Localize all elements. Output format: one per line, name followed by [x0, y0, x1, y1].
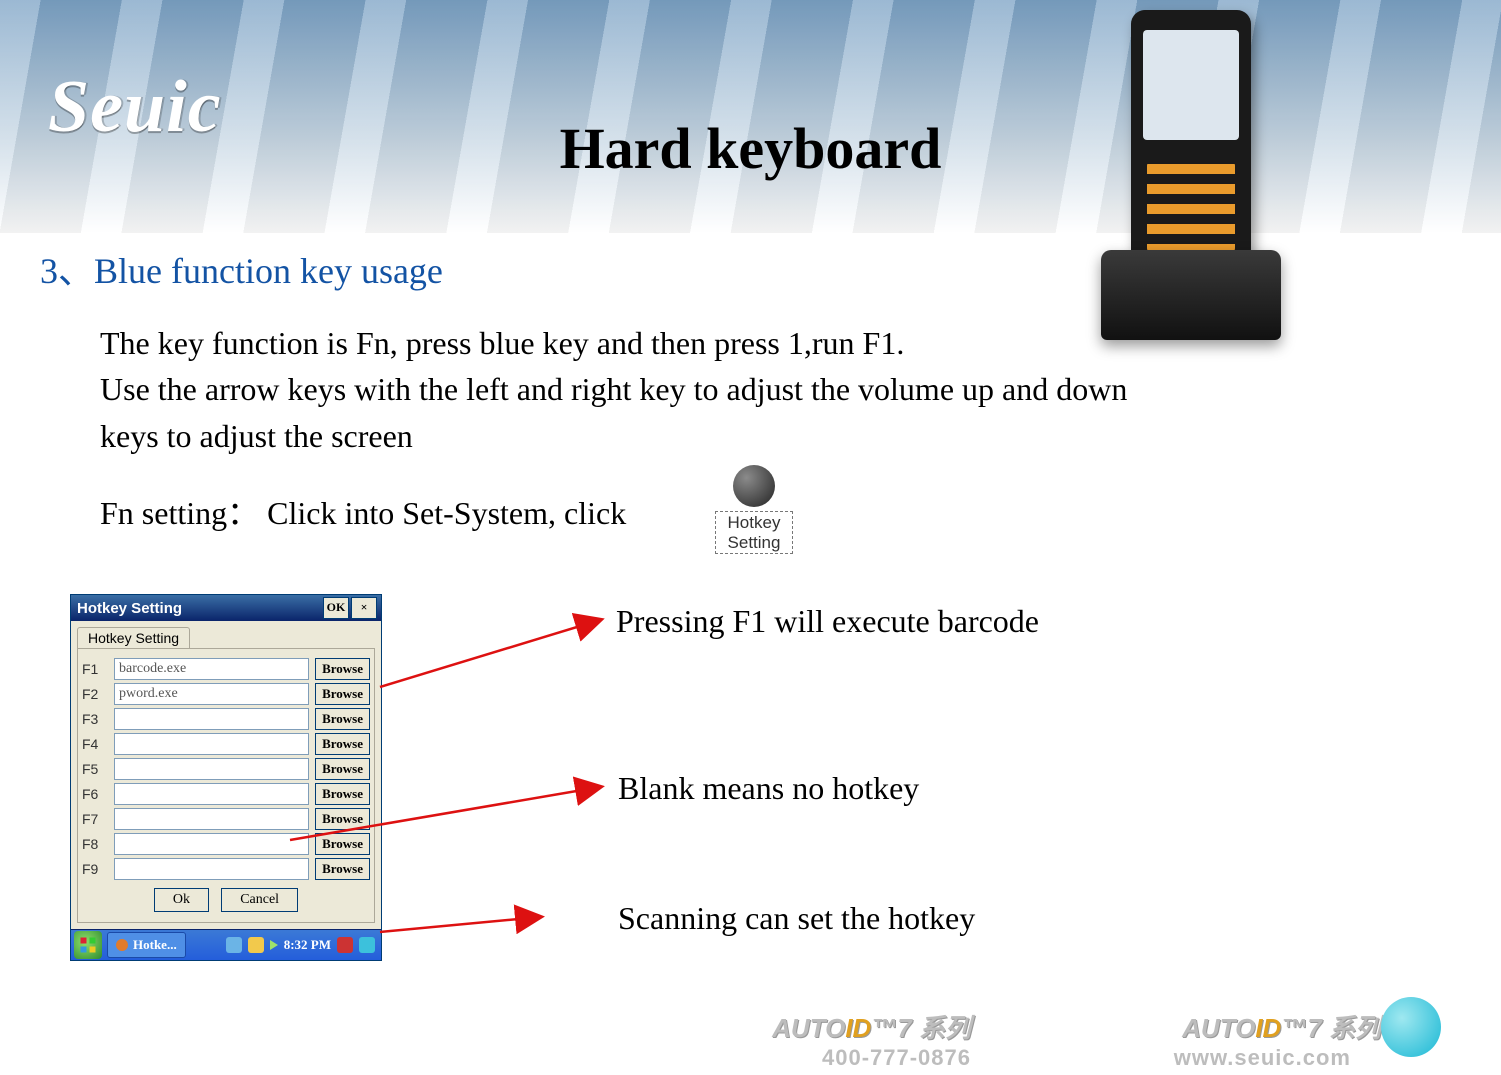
dialog-ok-button[interactable]: Ok	[154, 888, 209, 912]
hotkey-row-label: F1	[82, 661, 108, 677]
start-button[interactable]	[74, 931, 102, 959]
taskbar: Hotke... 8:32 PM	[71, 929, 381, 960]
hotkey-row-label: F3	[82, 711, 108, 727]
hotkey-path-input-f7[interactable]	[114, 808, 309, 830]
hotkey-row-label: F9	[82, 861, 108, 877]
hotkey-row-f7: F7 Browse	[82, 808, 370, 830]
browse-button-f3[interactable]: Browse	[315, 708, 370, 730]
annotation-f1-barcode: Pressing F1 will execute barcode	[616, 601, 1039, 643]
hotkey-path-input-f2[interactable]	[114, 683, 309, 705]
hotkey-setting-desktop-icon[interactable]: Hotkey Setting	[715, 465, 793, 554]
hotkey-globe-icon	[733, 465, 775, 507]
browse-button-f4[interactable]: Browse	[315, 733, 370, 755]
system-tray: 8:32 PM	[220, 937, 381, 953]
tab-hotkey-setting[interactable]: Hotkey Setting	[77, 627, 190, 648]
hotkey-row-label: F5	[82, 761, 108, 777]
browse-button-f7[interactable]: Browse	[315, 808, 370, 830]
hotkey-path-input-f9[interactable]	[114, 858, 309, 880]
tab-strip: Hotkey Setting	[71, 621, 381, 648]
device-photo	[1061, 10, 1321, 340]
hotkey-row-label: F2	[82, 686, 108, 702]
hotkey-row-f4: F4 Browse	[82, 733, 370, 755]
tray-security-icon[interactable]	[337, 937, 353, 953]
task-label: Hotke...	[133, 937, 177, 953]
annotation-browse-hotkey: Scanning can set the hotkey	[618, 898, 975, 940]
hotkey-icon-label: Hotkey Setting	[715, 511, 793, 554]
hotkey-row-f2: F2 Browse	[82, 683, 370, 705]
hotkey-row-f1: F1 Browse	[82, 658, 370, 680]
titlebar-close-button[interactable]: ×	[351, 597, 377, 619]
browse-button-f5[interactable]: Browse	[315, 758, 370, 780]
hotkey-row-f3: F3 Browse	[82, 708, 370, 730]
task-app-icon	[116, 939, 128, 951]
hotkey-row-label: F4	[82, 736, 108, 752]
dialog-button-row: Ok Cancel	[82, 888, 370, 912]
browse-button-f2[interactable]: Browse	[315, 683, 370, 705]
footer-product-2: AUTOID™7 系列	[1182, 1008, 1381, 1045]
footer-phone: 400-777-0876	[822, 1045, 971, 1071]
annotation-blank-hotkey: Blank means no hotkey	[618, 768, 919, 810]
tray-network-icon[interactable]	[226, 937, 242, 953]
hotkey-path-input-f1[interactable]	[114, 658, 309, 680]
tray-show-desktop-icon[interactable]	[359, 937, 375, 953]
hotkey-setting-dialog: Hotkey Setting OK × Hotkey Setting F1 Bro…	[70, 594, 382, 961]
browse-button-f8[interactable]: Browse	[315, 833, 370, 855]
footer-disc-icon	[1381, 997, 1441, 1057]
section-heading: 3、Blue function key usage	[40, 248, 443, 295]
dialog-titlebar: Hotkey Setting OK ×	[71, 595, 381, 621]
hotkey-path-input-f8[interactable]	[114, 833, 309, 855]
dialog-title: Hotkey Setting	[75, 600, 321, 617]
browse-button-f6[interactable]: Browse	[315, 783, 370, 805]
hotkey-row-f9: F9 Browse	[82, 858, 370, 880]
tray-volume-icon[interactable]	[248, 937, 264, 953]
dialog-cancel-button[interactable]: Cancel	[221, 888, 298, 912]
footer-product-1: AUTOID™7 系列	[772, 1008, 971, 1045]
tray-arrow-icon	[270, 940, 278, 950]
browse-button-f9[interactable]: Browse	[315, 858, 370, 880]
fn-setting-line: Fn setting： Click into Set-System, click	[100, 490, 626, 536]
titlebar-ok-button[interactable]: OK	[323, 597, 349, 619]
slide-page: Seuic Hard keyboard 3、Blue function key …	[0, 0, 1501, 1075]
body-paragraph: The key function is Fn, press blue key a…	[100, 320, 1150, 459]
hotkey-path-input-f3[interactable]	[114, 708, 309, 730]
hotkey-row-label: F7	[82, 811, 108, 827]
pda-device-image	[1131, 10, 1251, 270]
hotkey-row-f8: F8 Browse	[82, 833, 370, 855]
tab-content: F1 Browse F2 Browse F3 Browse F4 Browse F5 Browse…	[77, 648, 375, 923]
hotkey-path-input-f5[interactable]	[114, 758, 309, 780]
hotkey-row-f5: F5 Browse	[82, 758, 370, 780]
hotkey-path-input-f6[interactable]	[114, 783, 309, 805]
hotkey-path-input-f4[interactable]	[114, 733, 309, 755]
tray-clock: 8:32 PM	[284, 937, 331, 953]
hotkey-row-label: F6	[82, 786, 108, 802]
hotkey-row-label: F8	[82, 836, 108, 852]
hotkey-row-f6: F6 Browse	[82, 783, 370, 805]
browse-button-f1[interactable]: Browse	[315, 658, 370, 680]
footer-url: www.seuic.com	[1174, 1045, 1351, 1071]
taskbar-task-hotkey[interactable]: Hotke...	[107, 932, 186, 958]
